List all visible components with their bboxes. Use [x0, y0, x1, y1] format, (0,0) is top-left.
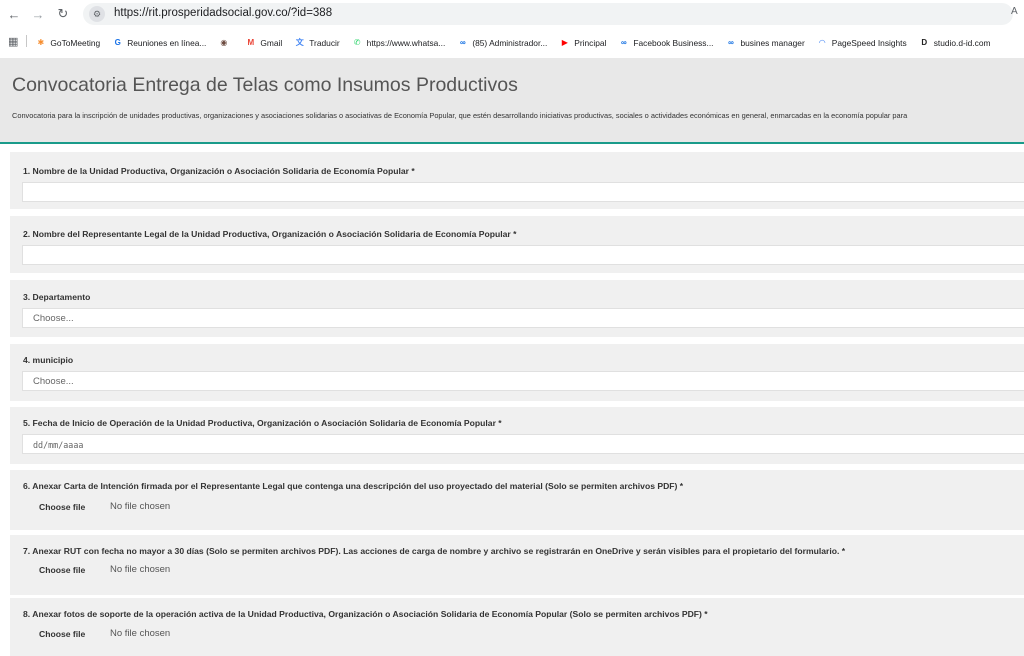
- browser-toolbar: ← → ↻ ⚙ https://rit.prosperidadsocial.go…: [0, 0, 1024, 28]
- bookmark-item[interactable]: ∞ Facebook Business...: [618, 37, 713, 48]
- bookmark-item[interactable]: G Reuniones en línea...: [112, 37, 207, 48]
- bookmark-label: busines manager: [740, 37, 805, 48]
- url-text[interactable]: https://rit.prosperidadsocial.gov.co/?id…: [114, 7, 332, 19]
- bookmark-item[interactable]: ▶ Principal: [559, 37, 607, 48]
- question-7: 7. Anexar RUT con fecha no mayor a 30 dí…: [10, 535, 1024, 595]
- youtube-icon: ▶: [561, 38, 568, 47]
- unidad-productiva-name-input[interactable]: [22, 182, 1024, 202]
- bookmark-label: studio.d-id.com: [933, 37, 991, 48]
- question-label: 5. Fecha de Inicio de Operación de la Un…: [23, 418, 502, 428]
- form-description: Convocatoria para la inscripción de unid…: [12, 111, 908, 120]
- representante-legal-input[interactable]: [22, 245, 1024, 265]
- bookmark-item[interactable]: 文 Traducir: [294, 37, 340, 48]
- bookmark-item[interactable]: ◠ PageSpeed Insights: [817, 37, 907, 48]
- question-1: 1. Nombre de la Unidad Productiva, Organ…: [10, 152, 1024, 209]
- municipio-select[interactable]: Choose...: [22, 371, 1024, 391]
- bookmark-label: PageSpeed Insights: [831, 37, 907, 48]
- did-icon: D: [921, 38, 928, 47]
- choose-file-button[interactable]: Choose file: [39, 629, 85, 639]
- form-title: Convocatoria Entrega de Telas como Insum…: [12, 74, 518, 96]
- bookmark-label: (85) Administrador...: [472, 37, 548, 48]
- back-icon[interactable]: ←: [5, 5, 23, 23]
- question-8: 8. Anexar fotos de soporte de la operaci…: [10, 598, 1024, 656]
- bookmark-label: Gmail: [260, 37, 283, 48]
- meta-icon: ∞: [459, 38, 466, 47]
- gotomeeting-icon: ✱: [37, 38, 45, 47]
- question-4: 4. municipio Choose...: [10, 344, 1024, 401]
- bookmarks-bar: ▦ ✱ GoToMeeting G Reuniones en línea... ◉ M Gm…: [0, 30, 1024, 52]
- question-label: 1. Nombre de la Unidad Productiva, Organ…: [23, 166, 415, 176]
- form-header: Convocatoria Entrega de Telas como Insum…: [0, 58, 1024, 142]
- bookmark-label: Facebook Business...: [633, 37, 714, 48]
- bookmark-list: ✱ GoToMeeting G Reuniones en línea... ◉ M Gmai…: [35, 32, 1002, 50]
- question-label: 7. Anexar RUT con fecha no mayor a 30 dí…: [23, 546, 846, 556]
- question-label: 3. Departamento: [23, 292, 91, 302]
- translate-page-icon[interactable]: A: [1011, 6, 1018, 17]
- globe-icon: ◉: [220, 38, 228, 47]
- bookmark-item[interactable]: ∞ busines manager: [725, 37, 805, 48]
- select-value: Choose...: [33, 376, 74, 387]
- forward-icon[interactable]: →: [29, 5, 47, 23]
- site-settings-icon[interactable]: ⚙: [89, 6, 105, 22]
- translate-icon: 文: [295, 38, 304, 47]
- question-5: 5. Fecha de Inicio de Operación de la Un…: [10, 407, 1024, 464]
- question-2: 2. Nombre del Representante Legal de la …: [10, 216, 1024, 273]
- bookmark-item[interactable]: Dstudio.d-id.com: [919, 37, 991, 48]
- choose-file-button[interactable]: Choose file: [39, 502, 85, 512]
- bookmark-label: GoToMeeting: [50, 37, 101, 48]
- departamento-select[interactable]: Choose...: [22, 308, 1024, 328]
- bookmarks-separator: [26, 35, 28, 47]
- date-placeholder: dd/mm/aaaa: [33, 440, 84, 450]
- question-label: 6. Anexar Carta de Intención firmada por…: [23, 481, 684, 491]
- bookmark-item[interactable]: M Gmail: [245, 37, 283, 48]
- bookmark-label: https://www.whatsa...: [366, 37, 446, 48]
- question-6: 6. Anexar Carta de Intención firmada por…: [10, 470, 1024, 530]
- meta-icon: ∞: [728, 38, 734, 47]
- file-status: No file chosen: [110, 564, 171, 575]
- question-label: 2. Nombre del Representante Legal de la …: [23, 229, 517, 239]
- question-3: 3. Departamento Choose...: [10, 280, 1024, 337]
- address-bar[interactable]: ⚙ https://rit.prosperidadsocial.gov.co/?…: [83, 3, 1013, 25]
- apps-grid-icon[interactable]: ▦: [8, 35, 18, 48]
- gmail-icon: M: [247, 38, 255, 47]
- bookmark-item[interactable]: ∞ (85) Administrador...: [457, 37, 547, 48]
- bookmark-item[interactable]: ◉: [218, 37, 233, 48]
- reload-icon[interactable]: ↻: [54, 5, 72, 23]
- header-divider: [0, 142, 1024, 144]
- question-label: 8. Anexar fotos de soporte de la operaci…: [23, 609, 708, 619]
- question-label: 4. municipio: [23, 355, 74, 365]
- choose-file-button[interactable]: Choose file: [39, 565, 85, 575]
- bookmark-label: Reuniones en línea...: [127, 37, 207, 48]
- g-icon: G: [114, 38, 121, 47]
- bookmark-item[interactable]: ✱ GoToMeeting: [35, 37, 101, 48]
- bookmark-item[interactable]: ✆ https://www.whatsa...: [352, 37, 446, 48]
- pagespeed-icon: ◠: [819, 38, 826, 47]
- file-status: No file chosen: [110, 628, 171, 639]
- bookmark-label: Principal: [574, 37, 607, 48]
- whatsapp-icon: ✆: [353, 38, 361, 47]
- meta-icon: ∞: [621, 38, 627, 47]
- fecha-inicio-date-input[interactable]: dd/mm/aaaa: [22, 434, 1024, 454]
- bookmark-label: Traducir: [309, 37, 340, 48]
- select-value: Choose...: [33, 313, 74, 324]
- file-status: No file chosen: [110, 501, 171, 512]
